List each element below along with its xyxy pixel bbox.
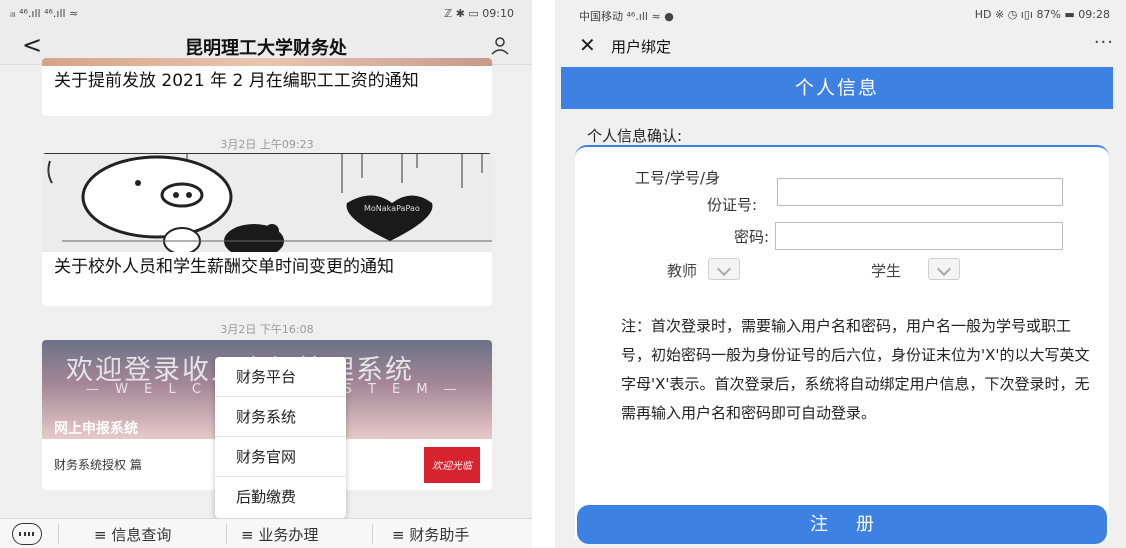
student-dropdown[interactable] xyxy=(928,258,960,280)
banner-portal-text: 网上申报系统 xyxy=(54,421,138,437)
menu-item-finance-website[interactable]: 财务官网 xyxy=(215,437,346,477)
id-label-line1: 工号/学号/身 xyxy=(635,169,721,187)
teacher-dropdown[interactable] xyxy=(708,258,740,280)
profile-icon[interactable] xyxy=(490,36,510,56)
more-icon[interactable]: ··· xyxy=(1094,32,1114,53)
teacher-label: 教师 xyxy=(667,262,698,280)
id-input[interactable] xyxy=(777,178,1063,206)
menu-item-finance-platform[interactable]: 财务平台 xyxy=(215,357,346,397)
status-bar: 中国移动 ⁴⁶.ıll ≈ ● HD ※ ◷ ı▯ı 87% ▬ 09:28 xyxy=(555,0,1126,27)
tab-finance-assistant[interactable]: ≡ 财务助手 xyxy=(392,524,469,545)
article-timestamp: 3月2日 下午16:08 xyxy=(220,323,314,336)
student-label: 学生 xyxy=(871,262,902,280)
section-header: 个人信息 xyxy=(561,67,1113,109)
user-binding-screen: 中国移动 ⁴⁶.ıll ≈ ● HD ※ ◷ ı▯ı 87% ▬ 09:28 ✕… xyxy=(555,0,1126,548)
signal-indicators: ᵢₗₗ ⁴⁶.ıll ⁴⁶.ıll ≈ xyxy=(10,7,79,20)
article-timestamp: 3月2日 上午09:23 xyxy=(220,138,314,151)
section-label: 个人信息确认: xyxy=(587,127,683,145)
nav-bar: ✕ 用户绑定 ··· xyxy=(555,27,1126,65)
bottom-menu-bar: ≡ 信息查询 ≡ 业务办理 ≡ 财务助手 xyxy=(0,518,532,548)
article-title: 关于校外人员和学生薪酬交单时间变更的通知 xyxy=(54,257,394,277)
tab-business[interactable]: ≡ 业务办理 xyxy=(241,524,318,545)
menu-item-logistics-payment[interactable]: 后勤缴费 xyxy=(215,477,346,517)
register-button[interactable]: 注册 xyxy=(577,505,1107,544)
page-title: 用户绑定 xyxy=(611,38,672,56)
keyboard-icon[interactable] xyxy=(12,523,42,545)
cartoon-pigs-illustration: MoNakaPaPao xyxy=(42,153,492,252)
article-card[interactable]: 关于提前发放 2021 年 2 月在编职工工资的通知 xyxy=(42,58,492,116)
wechat-official-account-screen: ᵢₗₗ ⁴⁶.ıll ⁴⁶.ıll ≈ ℤ ✱ ▭ 09:10 < 昆明理工大学… xyxy=(0,0,532,548)
status-right-indicators: ℤ ✱ ▭ 09:10 xyxy=(444,7,514,20)
close-icon[interactable]: ✕ xyxy=(579,33,596,57)
article-image xyxy=(42,58,492,66)
tab-info-query[interactable]: ≡ 信息查询 xyxy=(94,524,171,545)
article-thumbnail: 欢迎光临 xyxy=(424,447,480,483)
carrier-indicators: 中国移动 ⁴⁶.ıll ≈ ● xyxy=(579,10,674,23)
status-bar: ᵢₗₗ ⁴⁶.ıll ⁴⁶.ıll ≈ ℤ ✱ ▭ 09:10 xyxy=(0,0,532,27)
article-image: MoNakaPaPao xyxy=(42,153,492,252)
menu-popup: 财务平台 财务系统 财务官网 后勤缴费 xyxy=(215,357,346,518)
menu-item-finance-system[interactable]: 财务系统 xyxy=(215,397,346,437)
article-card[interactable]: MoNakaPaPao 关于校外人员和学生薪酬交单时间变更的通知 xyxy=(42,153,492,306)
article-subtitle: 财务系统授权 篇 xyxy=(54,458,142,472)
id-label-line2: 份证号: xyxy=(706,196,757,214)
status-right-indicators: HD ※ ◷ ı▯ı 87% ▬ 09:28 xyxy=(974,8,1110,21)
thumbnail-text: 欢迎光临 xyxy=(432,461,472,472)
binding-form: 工号/学号/身 份证号: 密码: 教师 学生 注：首次登录时，需要输入用户名和密… xyxy=(575,145,1109,539)
page-title: 昆明理工大学财务处 xyxy=(185,38,347,59)
login-instructions: 注：首次登录时，需要输入用户名和密码，用户名一般为学号或职工号，初始密码一般为身… xyxy=(621,317,1090,422)
password-input[interactable] xyxy=(775,222,1063,250)
heart-text: MoNakaPaPao xyxy=(364,204,420,213)
article-title: 关于提前发放 2021 年 2 月在编职工工资的通知 xyxy=(54,71,419,91)
password-label: 密码: xyxy=(733,228,769,246)
